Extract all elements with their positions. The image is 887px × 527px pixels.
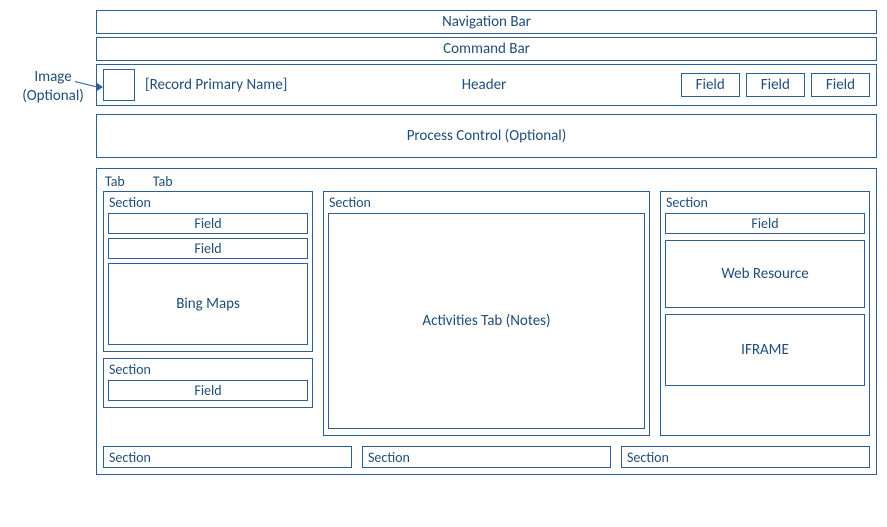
- tab-strip: Tab Tab: [103, 173, 870, 191]
- record-image-placeholder[interactable]: [103, 69, 135, 101]
- section-title: Section: [367, 449, 606, 468]
- field[interactable]: Field: [665, 213, 865, 234]
- section-title: Section: [665, 194, 865, 213]
- header-bar: [Record Primary Name] Header Field Field…: [96, 64, 877, 106]
- section-left-2: Section Field: [103, 358, 313, 408]
- header-fields: Field Field Field: [681, 73, 870, 97]
- section-title: Section: [626, 449, 865, 468]
- activities-notes-panel[interactable]: Activities Tab (Notes): [328, 213, 645, 429]
- field[interactable]: Field: [108, 213, 308, 234]
- bing-maps-panel[interactable]: Bing Maps: [108, 263, 308, 345]
- header-field[interactable]: Field: [811, 73, 870, 97]
- section-right: Section Field Web Resource IFRAME: [660, 191, 870, 436]
- header-field[interactable]: Field: [746, 73, 805, 97]
- section-title: Section: [108, 194, 308, 213]
- tab[interactable]: Tab: [105, 173, 125, 190]
- navigation-bar[interactable]: Navigation Bar: [96, 10, 877, 34]
- section-bottom-c: Section Field: [621, 446, 870, 468]
- image-optional-label: Image (Optional): [10, 10, 96, 106]
- section-title: Section: [108, 361, 308, 380]
- section-bottom-b: Section: [362, 446, 611, 468]
- field[interactable]: Field: [108, 238, 308, 259]
- section-bottom-a: Section Field: [103, 446, 352, 468]
- form-body: Tab Tab Section Field Field Bing Maps Sec…: [96, 168, 877, 475]
- section-title: Section: [108, 449, 347, 468]
- section-left-1: Section Field Field Bing Maps: [103, 191, 313, 352]
- web-resource-panel[interactable]: Web Resource: [665, 240, 865, 308]
- section-title: Section: [328, 194, 645, 213]
- section-middle: Section Activities Tab (Notes): [323, 191, 650, 436]
- process-control[interactable]: Process Control (Optional): [96, 114, 877, 158]
- header-label: Header: [297, 76, 670, 94]
- field[interactable]: Field: [108, 380, 308, 401]
- arrow-head-icon: [97, 83, 103, 91]
- iframe-panel[interactable]: IFRAME: [665, 314, 865, 386]
- command-bar[interactable]: Command Bar: [96, 37, 877, 61]
- header-field[interactable]: Field: [681, 73, 740, 97]
- record-primary-name: [Record Primary Name]: [145, 76, 287, 94]
- tab[interactable]: Tab: [153, 173, 173, 190]
